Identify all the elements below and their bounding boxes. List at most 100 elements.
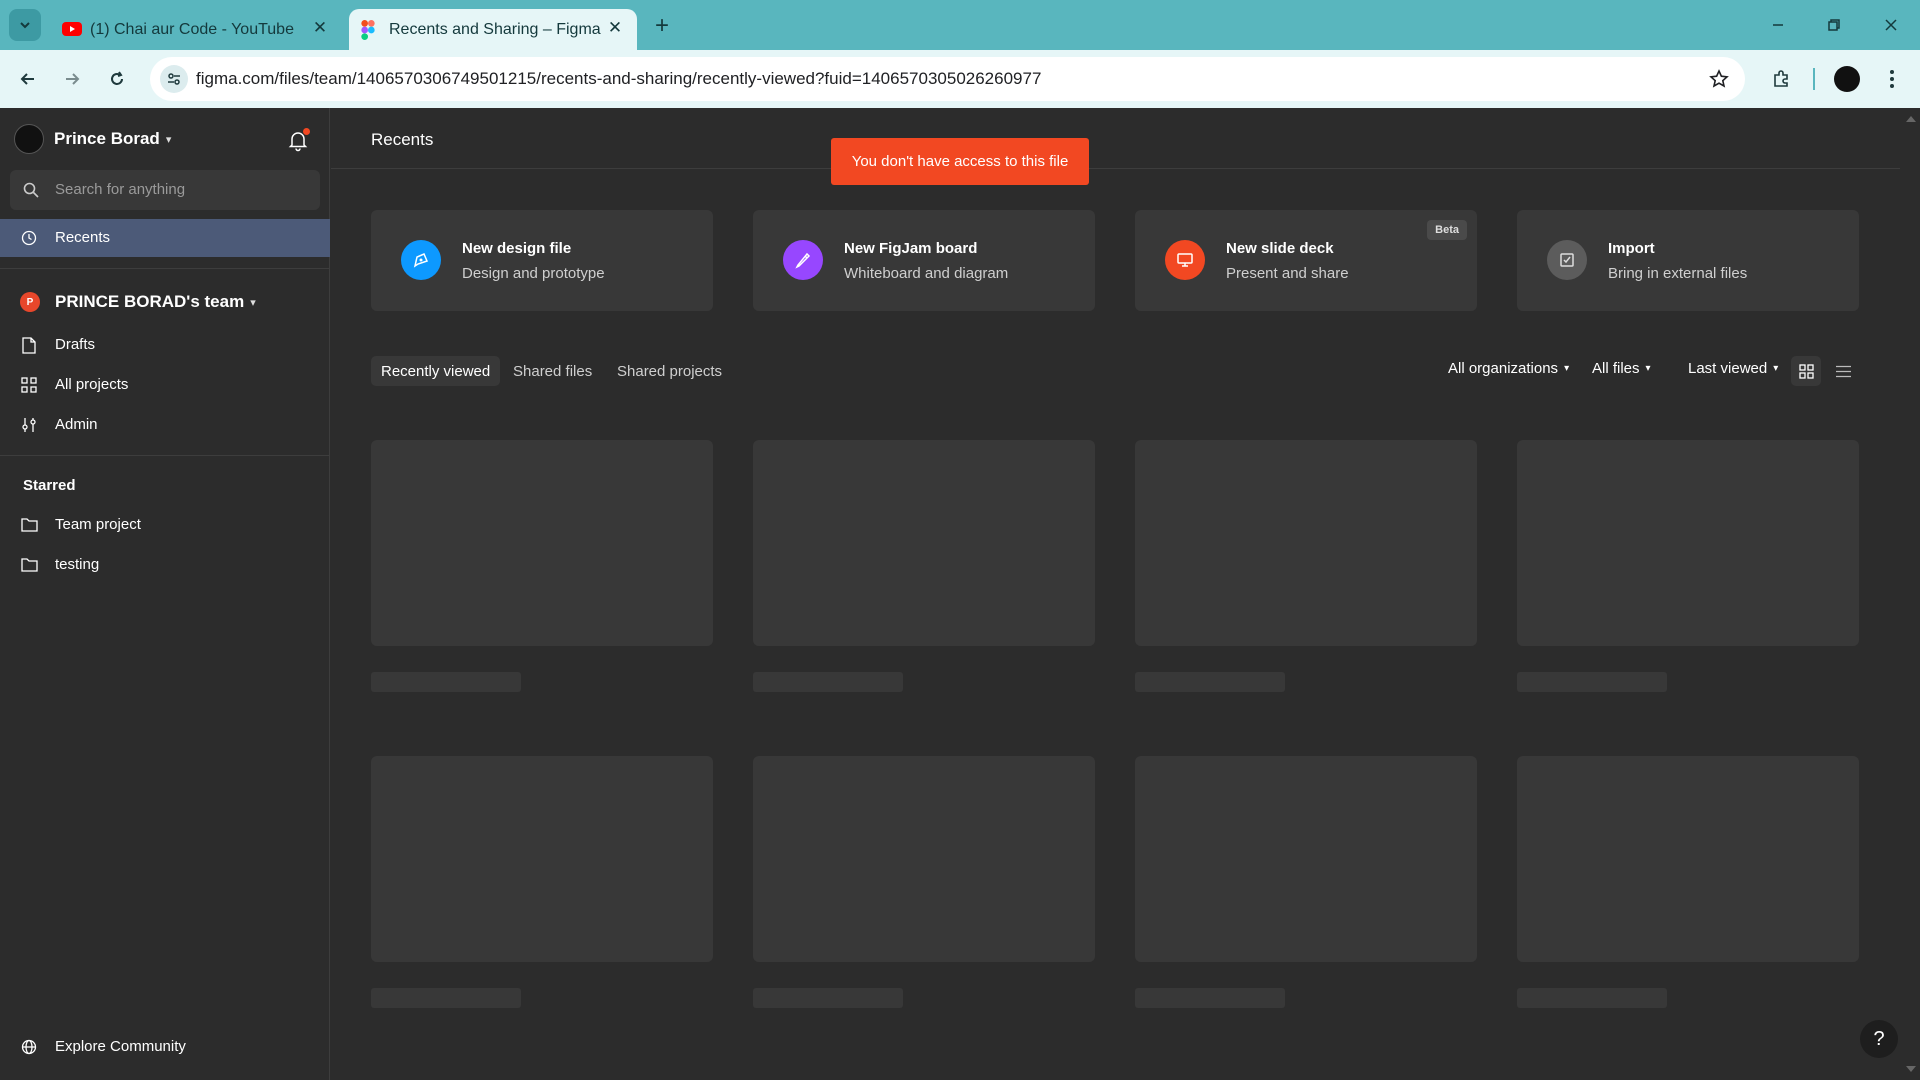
card-title: New design file <box>462 240 572 257</box>
folder-icon <box>20 556 38 574</box>
file-title-placeholder <box>371 672 521 692</box>
sidebar-item-recents[interactable]: Recents <box>0 219 330 257</box>
tab-title: (1) Chai aur Code - YouTube <box>90 21 294 38</box>
file-title-placeholder <box>1135 672 1285 692</box>
scroll-down-arrow-icon[interactable] <box>1906 1066 1916 1072</box>
sidebar-item-testing[interactable]: testing <box>0 546 330 584</box>
import-icon <box>1547 240 1587 280</box>
tab-figma[interactable]: Recents and Sharing – Figma ✕ <box>349 9 637 50</box>
folder-icon <box>20 516 38 534</box>
file-icon <box>20 336 38 354</box>
forward-button[interactable] <box>56 63 88 95</box>
sidebar: Prince Borad ▾ Search for anything Recen… <box>0 108 330 1080</box>
account-switcher[interactable]: Prince Borad ▾ <box>14 124 171 154</box>
close-tab-icon[interactable]: ✕ <box>605 18 625 38</box>
arrow-left-icon <box>20 73 34 85</box>
figma-icon <box>361 20 375 40</box>
minimize-icon[interactable] <box>1764 12 1792 38</box>
tab-shared-files[interactable]: Shared files <box>503 356 602 386</box>
browser-tab-bar: (1) Chai aur Code - YouTube ✕ Recents an… <box>0 0 1920 50</box>
file-thumbnail-placeholder[interactable] <box>1135 440 1477 646</box>
search-input[interactable]: Search for anything <box>10 170 320 210</box>
file-thumbnail-placeholder[interactable] <box>753 756 1095 962</box>
file-title-placeholder <box>753 988 903 1008</box>
sidebar-item-label: Drafts <box>55 336 96 353</box>
organization-filter-dropdown[interactable]: All organizations ▾ <box>1448 360 1569 377</box>
tab-youtube[interactable]: (1) Chai aur Code - YouTube ✕ <box>50 9 342 50</box>
puzzle-icon <box>1774 70 1788 87</box>
account-name: Prince Borad <box>54 129 160 148</box>
file-thumbnail-placeholder[interactable] <box>753 440 1095 646</box>
starred-heading: Starred <box>23 477 76 494</box>
list-icon <box>1835 365 1851 377</box>
url-text: figma.com/files/team/1406570306749501215… <box>196 69 1042 88</box>
sidebar-item-label: All projects <box>55 376 129 393</box>
file-thumbnail-placeholder[interactable] <box>1135 756 1477 962</box>
scrollbar[interactable] <box>1901 108 1920 1080</box>
new-design-file-card[interactable]: New design file Design and prototype <box>371 210 713 311</box>
import-card[interactable]: Import Bring in external files <box>1517 210 1859 311</box>
team-switcher[interactable]: P PRINCE BORAD's team ▾ <box>20 290 256 314</box>
card-subtitle: Bring in external files <box>1608 265 1748 282</box>
list-view-button[interactable] <box>1828 356 1858 386</box>
more-vertical-icon <box>1890 70 1894 88</box>
chevron-down-icon: ▾ <box>1773 363 1779 374</box>
file-thumbnail-placeholder[interactable] <box>371 756 713 962</box>
browser-toolbar: figma.com/files/team/1406570306749501215… <box>0 50 1920 108</box>
team-avatar: P <box>20 292 40 312</box>
sort-dropdown[interactable]: Last viewed ▾ <box>1688 360 1778 377</box>
sidebar-item-explore-community[interactable]: Explore Community <box>0 1028 330 1066</box>
chevron-down-icon: ▾ <box>1645 363 1651 374</box>
grid-icon <box>20 376 38 394</box>
file-title-placeholder <box>1517 672 1667 692</box>
file-type-filter-dropdown[interactable]: All files ▾ <box>1592 360 1651 377</box>
reload-icon <box>111 71 123 85</box>
site-info-button[interactable] <box>160 65 188 93</box>
error-toast: You don't have access to this file <box>831 138 1089 185</box>
help-button[interactable]: ? <box>1860 1020 1898 1058</box>
back-button[interactable] <box>12 63 44 95</box>
sidebar-item-drafts[interactable]: Drafts <box>0 326 330 364</box>
profile-avatar[interactable] <box>1834 66 1860 92</box>
close-tab-icon[interactable]: ✕ <box>310 18 330 38</box>
reload-button[interactable] <box>101 63 133 95</box>
filter-label: All organizations <box>1448 360 1559 377</box>
close-window-icon[interactable] <box>1877 12 1905 38</box>
presentation-icon <box>1165 240 1205 280</box>
tab-recently-viewed[interactable]: Recently viewed <box>371 356 501 386</box>
filter-label: Last viewed <box>1688 360 1768 377</box>
tune-icon <box>168 73 180 85</box>
file-thumbnail-placeholder[interactable] <box>1517 756 1859 962</box>
toolbar-divider <box>1813 68 1815 90</box>
card-title: New slide deck <box>1226 240 1334 257</box>
new-figjam-board-card[interactable]: New FigJam board Whiteboard and diagram <box>753 210 1095 311</box>
extensions-button[interactable] <box>1765 63 1797 95</box>
tab-shared-projects[interactable]: Shared projects <box>607 356 732 386</box>
divider <box>0 455 330 456</box>
new-slide-deck-card[interactable]: New slide deck Present and share Beta <box>1135 210 1477 311</box>
main-header: Recents <box>331 108 1900 169</box>
sidebar-item-label: Explore Community <box>55 1038 186 1055</box>
sidebar-item-label: Admin <box>55 416 98 433</box>
sidebar-item-team-project[interactable]: Team project <box>0 506 330 544</box>
address-bar[interactable]: figma.com/files/team/1406570306749501215… <box>150 57 1745 101</box>
file-thumbnail-placeholder[interactable] <box>371 440 713 646</box>
browser-menu-button[interactable] <box>1876 63 1908 95</box>
tab-search-dropdown-button[interactable] <box>9 9 41 41</box>
sidebar-item-admin[interactable]: Admin <box>0 406 330 444</box>
divider <box>0 268 330 269</box>
avatar <box>14 124 44 154</box>
page-title: Recents <box>371 130 434 149</box>
file-title-placeholder <box>1135 988 1285 1008</box>
scroll-up-arrow-icon[interactable] <box>1906 116 1916 122</box>
new-tab-button[interactable]: + <box>648 12 676 40</box>
sliders-icon <box>20 416 38 434</box>
bookmark-star-icon[interactable] <box>1707 67 1731 91</box>
restore-icon[interactable] <box>1820 12 1848 38</box>
grid-view-button[interactable] <box>1791 356 1821 386</box>
pen-tool-icon <box>401 240 441 280</box>
main-content: Recents You don't have access to this fi… <box>331 108 1900 1080</box>
sidebar-item-all-projects[interactable]: All projects <box>0 366 330 404</box>
file-thumbnail-placeholder[interactable] <box>1517 440 1859 646</box>
arrow-right-icon <box>66 73 80 85</box>
